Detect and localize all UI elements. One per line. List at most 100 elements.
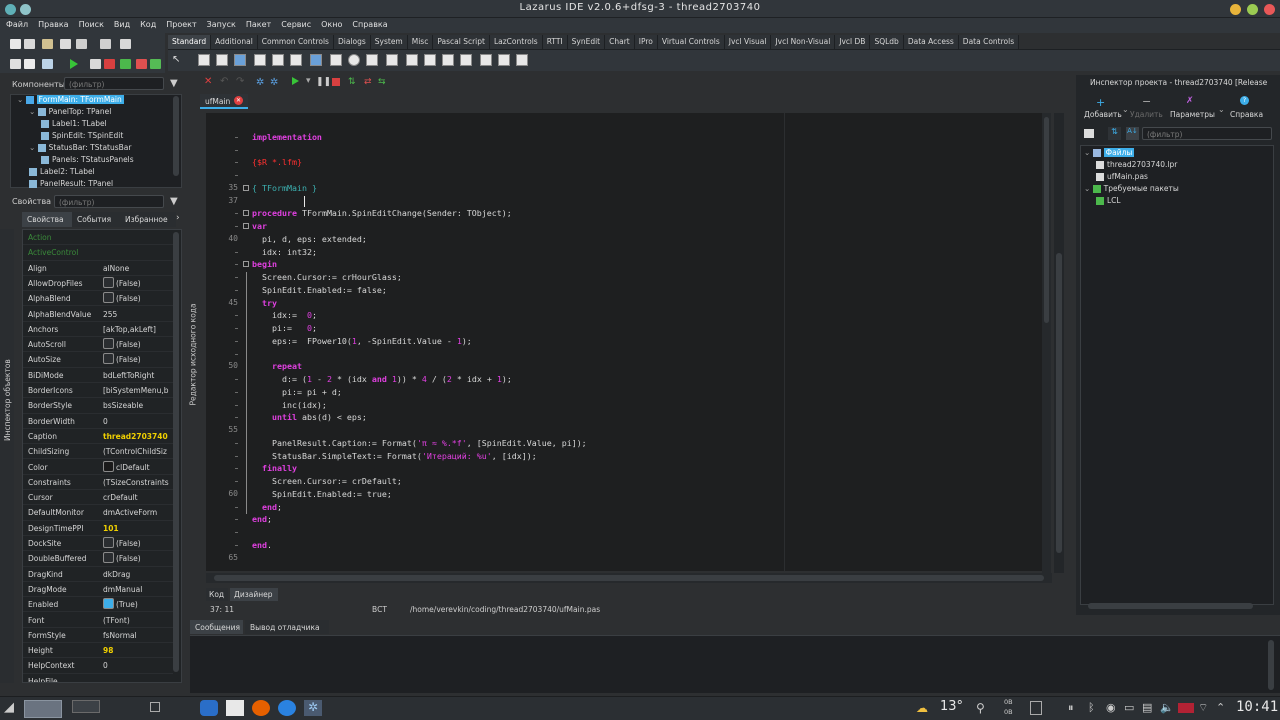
- property-value[interactable]: (False): [116, 554, 141, 563]
- property-value[interactable]: (TSizeConstraints: [103, 478, 169, 487]
- property-value[interactable]: clDefault: [116, 463, 150, 472]
- updates-icon[interactable]: ◉: [1106, 701, 1116, 714]
- help-button[interactable]: Справка: [1230, 110, 1263, 119]
- palette-tab[interactable]: Dialogs: [333, 35, 371, 49]
- add-icon[interactable]: +: [1096, 96, 1105, 109]
- palette-tab[interactable]: Data Access: [903, 35, 959, 49]
- cpu-monitor-icon[interactable]: [1030, 701, 1042, 715]
- menu-item[interactable]: Справка: [346, 18, 391, 29]
- minimize-button[interactable]: [1230, 4, 1241, 15]
- filter-icon[interactable]: ▼: [170, 78, 178, 89]
- property-value[interactable]: 101: [103, 524, 119, 533]
- palette-tab[interactable]: Pascal Script: [433, 35, 490, 49]
- dolphin-icon[interactable]: [200, 700, 218, 716]
- vscroll-thumb[interactable]: [1044, 117, 1049, 323]
- palette-tab[interactable]: Additional: [211, 35, 258, 49]
- property-value[interactable]: [akTop,akLeft]: [103, 325, 156, 334]
- property-value[interactable]: [biSystemMenu,b: [103, 386, 168, 395]
- tpanel-icon[interactable]: [480, 54, 492, 66]
- step-over-icon[interactable]: [136, 59, 147, 69]
- property-value[interactable]: (False): [116, 279, 141, 288]
- palette-tab[interactable]: IPro: [634, 35, 658, 49]
- close-icon[interactable]: ✕: [204, 76, 212, 87]
- code-line[interactable]: end;: [252, 514, 272, 524]
- step-over-icon[interactable]: ⇄: [364, 77, 372, 87]
- tedit-icon[interactable]: [272, 54, 284, 66]
- code-line[interactable]: inc(idx);: [252, 400, 327, 410]
- checkbox[interactable]: [103, 552, 114, 564]
- property-row[interactable]: › ChildSizing (TControlChildSiz: [23, 444, 173, 460]
- step-out-icon[interactable]: [150, 59, 161, 69]
- new-form-icon[interactable]: [24, 39, 35, 49]
- volume-icon[interactable]: 🔈: [1160, 701, 1174, 714]
- redo-icon[interactable]: ↷: [236, 76, 244, 87]
- step-into-icon[interactable]: ⇅: [348, 77, 356, 87]
- tree-node[interactable]: Label2: TLabel: [29, 167, 95, 179]
- palette-tab[interactable]: LazControls: [489, 35, 543, 49]
- ttogglebox-icon[interactable]: [310, 54, 322, 66]
- checkbox[interactable]: [103, 537, 114, 548]
- project-tree-node[interactable]: ⌄ Файлы: [1084, 148, 1135, 160]
- editor-vscrollbar[interactable]: [1042, 113, 1051, 573]
- palette-tab[interactable]: Jvcl Visual: [724, 35, 772, 49]
- tree-node[interactable]: ⌄ FormMain: TFormMain: [17, 95, 124, 107]
- code-line[interactable]: PanelResult.Caption:= Format('π ≈ %.*f',…: [252, 438, 587, 448]
- code-line[interactable]: end.: [252, 540, 272, 550]
- palette-tab[interactable]: System: [370, 35, 408, 49]
- keyboard-layout-icon[interactable]: [1178, 703, 1194, 713]
- components-filter-input[interactable]: (фильтр): [64, 77, 164, 90]
- property-row[interactable]: DockSite (False): [23, 536, 173, 552]
- code-line[interactable]: var: [252, 221, 267, 231]
- code-line[interactable]: {$R *.lfm}: [252, 157, 302, 167]
- property-value[interactable]: thread2703740: [103, 432, 168, 441]
- options-icon[interactable]: ✗: [1186, 96, 1194, 106]
- property-value[interactable]: (False): [116, 355, 141, 364]
- property-value[interactable]: (False): [116, 340, 141, 349]
- property-value[interactable]: fsNormal: [103, 631, 137, 640]
- property-row[interactable]: FormStyle fsNormal: [23, 628, 173, 644]
- toggle-form-icon[interactable]: [100, 39, 111, 49]
- close-tab-icon[interactable]: ✕: [234, 96, 243, 105]
- view-forms-icon[interactable]: [10, 59, 21, 69]
- menu-item[interactable]: Проект: [160, 18, 200, 29]
- remove-icon[interactable]: −: [1142, 95, 1151, 108]
- property-row[interactable]: HelpFile: [23, 674, 173, 682]
- app-launcher-icon[interactable]: ◢: [4, 701, 18, 715]
- tradiobutton-icon[interactable]: [348, 54, 360, 66]
- maximize-button[interactable]: [1247, 4, 1258, 15]
- palette-tab[interactable]: SynEdit: [567, 35, 606, 49]
- tlabel-icon[interactable]: [254, 54, 266, 66]
- property-grid-scrollbar[interactable]: [173, 232, 179, 672]
- object-inspector-side-tab[interactable]: Инспектор объектов: [0, 229, 14, 683]
- property-value[interactable]: dmManual: [103, 585, 142, 594]
- project-tree-node[interactable]: ⌄ Требуемые пакеты: [1084, 184, 1179, 196]
- code-line[interactable]: { TFormMain }: [252, 183, 317, 193]
- code-line[interactable]: eps:= FPower10(1, -SpinEdit.Value - 1);: [252, 336, 472, 346]
- palette-tab[interactable]: Standard: [168, 35, 212, 49]
- property-row[interactable]: Caption thread2703740: [23, 429, 173, 445]
- weather-icon[interactable]: ☁: [916, 701, 934, 715]
- menu-item[interactable]: Файл: [0, 18, 32, 29]
- property-row[interactable]: BorderWidth 0: [23, 414, 173, 429]
- tab-messages[interactable]: Сообщения: [190, 620, 243, 634]
- tab-designer[interactable]: Дизайнер: [230, 588, 278, 601]
- source-editor-side-tab[interactable]: Редактор исходного кода: [188, 296, 200, 416]
- expand-icon[interactable]: ⌄: [29, 107, 38, 116]
- code-line[interactable]: implementation: [252, 132, 322, 142]
- color-swatch[interactable]: [103, 460, 114, 472]
- property-row[interactable]: › Font (TFont): [23, 613, 173, 628]
- save-all-icon[interactable]: [76, 39, 87, 49]
- add-button[interactable]: Добавить: [1084, 110, 1122, 119]
- settings-icon[interactable]: ✲: [256, 77, 264, 88]
- tcheckbox-icon[interactable]: [330, 54, 342, 66]
- property-value[interactable]: 0: [103, 661, 108, 670]
- editor-minimap-scrollbar[interactable]: [1054, 113, 1064, 573]
- code-line[interactable]: idx:= 0;: [252, 310, 317, 320]
- open-file-icon[interactable]: [1084, 129, 1094, 138]
- expand-icon[interactable]: ⌄: [1084, 148, 1093, 157]
- stop-icon[interactable]: [104, 59, 115, 69]
- property-row[interactable]: Color clDefault: [23, 460, 173, 475]
- tab-properties[interactable]: Свойства: [22, 212, 72, 227]
- filter-icon[interactable]: ▼: [170, 196, 178, 207]
- menu-item[interactable]: Поиск: [73, 18, 108, 29]
